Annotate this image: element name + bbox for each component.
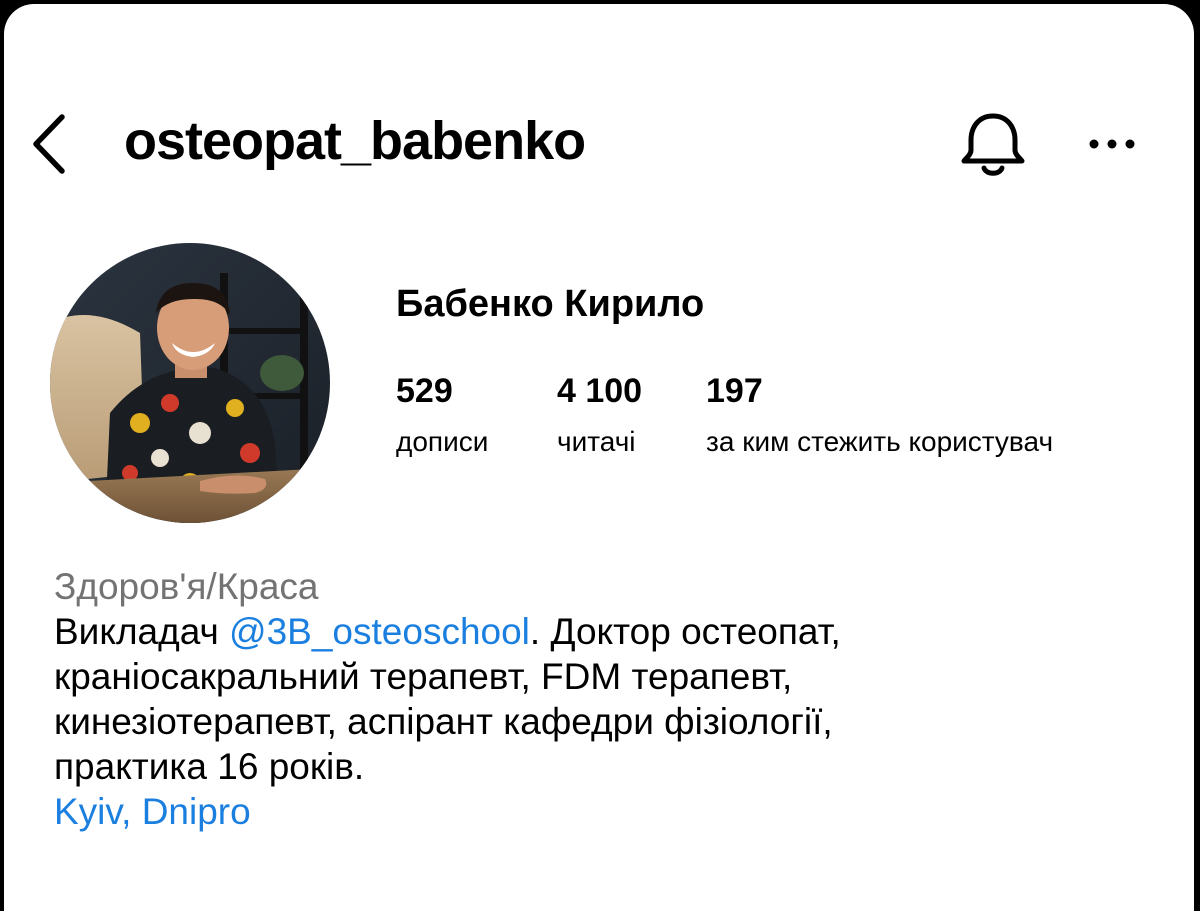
profile-full-name: Бабенко Кирило [396,283,705,325]
stat-posts[interactable]: 529 дописи [396,369,488,459]
followers-count: 4 100 [557,372,643,410]
posts-label: дописи [396,426,489,457]
stat-followers[interactable]: 4 100 читачі [557,369,642,459]
stat-following[interactable]: 197 за ким стежить користувач [706,369,1053,459]
posts-count: 529 [396,372,453,410]
following-label: за ким стежить користувач [706,426,1054,457]
profile-username: osteopat_babenko [124,111,586,171]
bio-line-4: практика 16 років. [54,746,365,787]
profile-screen: osteopat_babenko Бабенко Кирило 529 допи… [4,4,1194,911]
more-horizontal-icon[interactable] [1082,124,1142,164]
following-count: 197 [706,372,763,410]
bio-line-1: Викладач @3B_osteoschool. Доктор остеопа… [54,609,1174,654]
bell-icon[interactable] [954,108,1032,182]
chevron-left-icon[interactable] [24,109,74,179]
followers-label: читачі [557,426,636,457]
bio-line-1-suffix: . Доктор остеопат, [529,611,841,652]
location-link[interactable]: Kyiv, Dnipro [54,789,1174,834]
bio-line-1-prefix: Викладач [54,611,230,652]
profile-avatar[interactable] [50,243,330,523]
mention-link[interactable]: @3B_osteoschool [229,611,530,652]
bio-line-3: кинезіотерапевт, аспірант кафедри фізіол… [54,701,833,742]
profile-category: Здоров'я/Краса [54,566,319,607]
bio-line-2: краніосакральний терапевт, FDM терапевт, [54,656,793,697]
profile-bio: Здоров'я/Краса Викладач @3B_osteoschool.… [54,564,1174,834]
